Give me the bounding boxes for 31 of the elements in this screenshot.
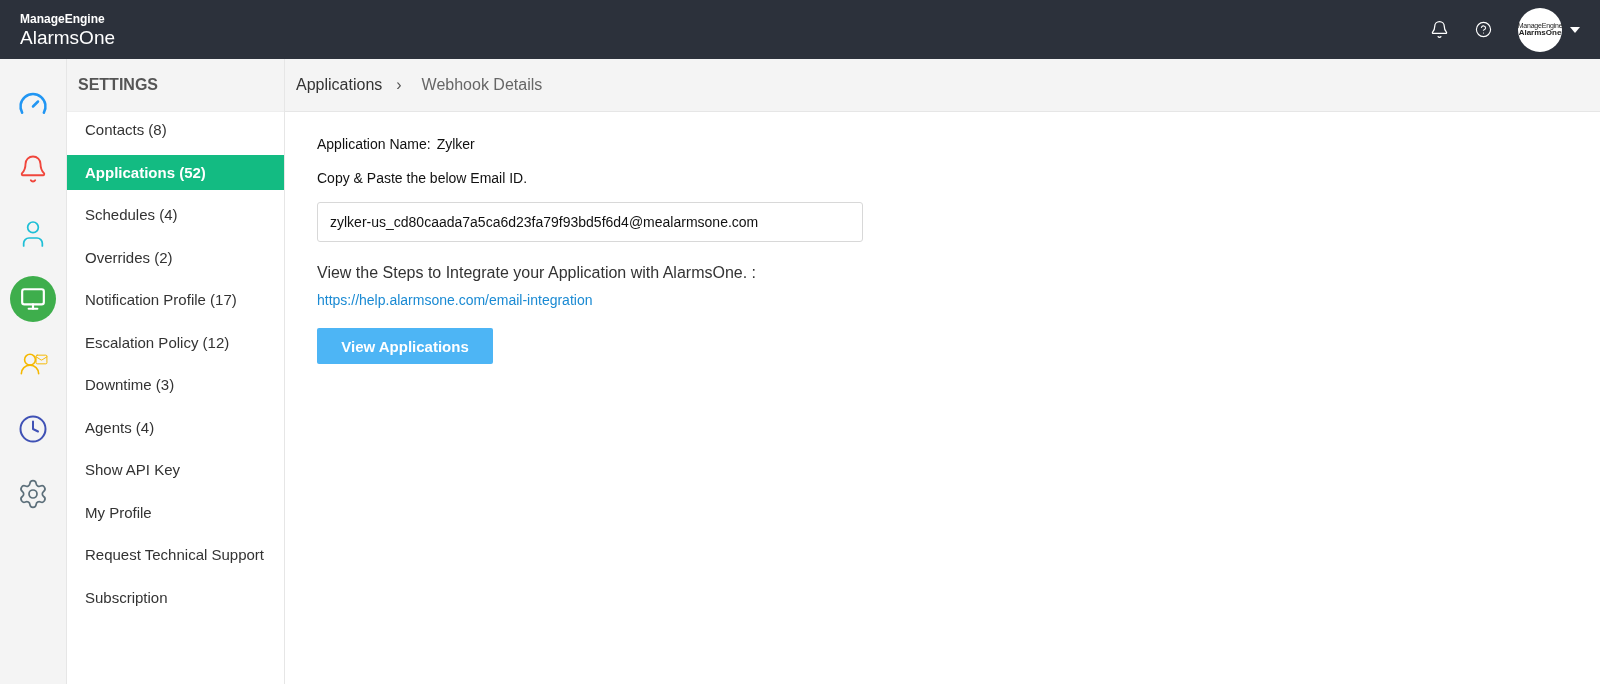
sidebar-item[interactable]: Contacts (8) (67, 112, 284, 147)
instruction-text: Copy & Paste the below Email ID. (317, 170, 528, 186)
settings-icon (17, 478, 49, 510)
notification-bell-icon[interactable] (1430, 20, 1449, 39)
steps-text: View the Steps to Integrate your Application with AlarmsOne. : (317, 264, 757, 282)
sidebar-item[interactable]: Show API Key (67, 452, 284, 487)
sidebar-item[interactable]: Agents (4) (67, 409, 284, 445)
sidebar-title: SETTINGS (78, 76, 158, 94)
brand-tagline: ManageEngine (20, 12, 106, 25)
brand-name: AlarmsOne (20, 27, 116, 47)
sidebar-item[interactable]: Overrides (2) (67, 239, 284, 275)
sidebar-item[interactable]: My Profile (67, 494, 284, 530)
sidebar-item[interactable]: Escalation Policy (12) (67, 324, 284, 360)
application-name: Zylker (436, 136, 475, 152)
breadcrumb-current: Webhook Details (421, 76, 543, 94)
email-field[interactable]: zylker-us_cd80caada7a5ca6d23fa79f93bd5f6d4@mealarmsone.com (317, 202, 863, 242)
sidebar-item[interactable]: Downtime (3) (67, 367, 284, 402)
sidebar-item[interactable]: Schedules (4) (67, 197, 284, 232)
help-icon[interactable] (1475, 21, 1492, 38)
monitor-icon (20, 286, 46, 312)
breadcrumb-separator: › (396, 76, 402, 94)
nav-button[interactable] (10, 276, 56, 322)
sidebar-item[interactable]: Subscription (67, 579, 284, 615)
bell-icon (18, 154, 48, 184)
help-link[interactable]: https://help.alarmsone.com/email-integration (317, 292, 593, 308)
sidebar-item[interactable]: Notification Profile (17) (67, 282, 284, 317)
caret-icon[interactable] (1570, 26, 1580, 33)
field-label: Application Name: (317, 136, 431, 152)
breadcrumb-link[interactable]: Applications (296, 76, 383, 94)
sidebar-item[interactable]: Request Technical Support (67, 537, 284, 572)
clock-icon (18, 414, 48, 444)
